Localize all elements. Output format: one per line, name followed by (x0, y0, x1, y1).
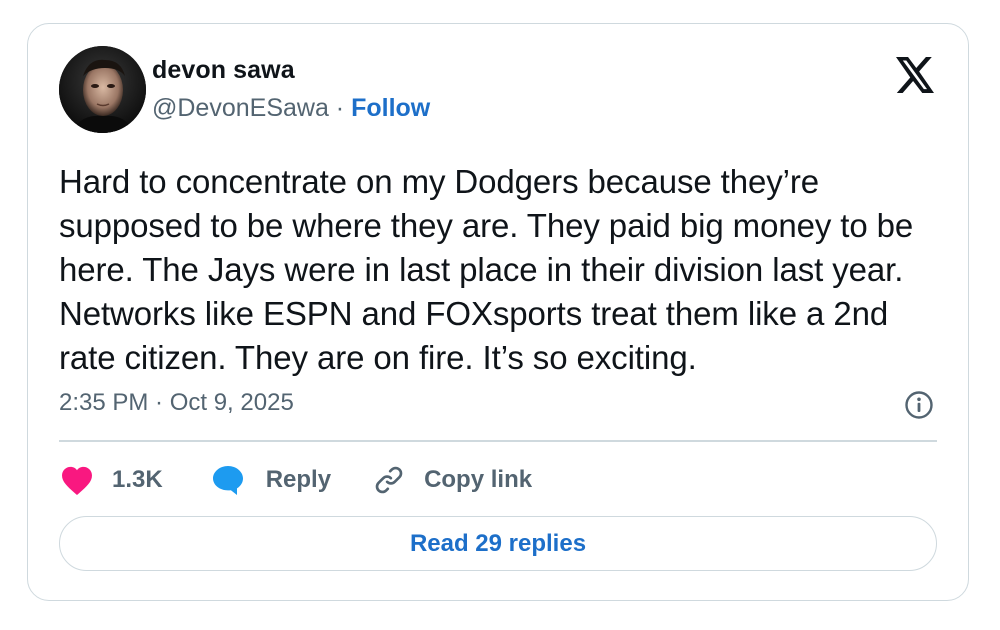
action-bar: 1.3K Reply Copy link (59, 460, 532, 500)
copy-link-button[interactable]: Copy link (373, 464, 532, 496)
tweet-embed-card: devon sawa @DevonESawa · Follow Hard to … (27, 23, 969, 601)
info-icon[interactable] (904, 390, 934, 420)
reply-label: Reply (265, 466, 332, 493)
like-count: 1.3K (112, 466, 163, 493)
heart-icon (62, 466, 92, 495)
divider (59, 440, 937, 442)
tweet-timestamp[interactable]: 2:35 PM · Oct 9, 2025 (59, 389, 294, 417)
tweet-text: Hard to concentrate on my Dodgers becaus… (59, 163, 914, 376)
author-handle-row: @DevonESawa · Follow (152, 94, 430, 123)
author-handle[interactable]: @DevonESawa (152, 94, 329, 122)
avatar-photo (59, 46, 146, 133)
reply-button[interactable]: Reply (211, 464, 331, 496)
handle-separator: · (328, 94, 352, 122)
copy-link-label: Copy link (424, 466, 533, 493)
avatar[interactable] (59, 46, 146, 133)
link-icon (375, 466, 403, 494)
author-name[interactable]: devon sawa (152, 56, 295, 85)
read-replies-button[interactable]: Read 29 replies (59, 516, 937, 571)
x-logo-icon[interactable] (896, 57, 934, 93)
speech-bubble-icon (212, 466, 243, 495)
read-replies-label: Read 29 replies (409, 529, 587, 557)
like-button[interactable]: 1.3K (59, 464, 163, 496)
follow-button[interactable]: Follow (351, 94, 430, 122)
